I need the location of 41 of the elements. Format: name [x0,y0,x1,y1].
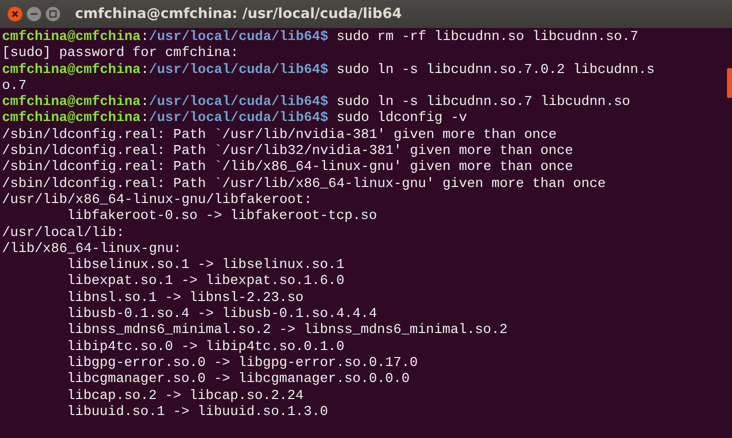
output-line: libcgmanager.so.0 -> libcgmanager.so.0.0.0 [67,372,410,388]
output-line: /lib/x86_64-linux-gnu: [2,242,182,257]
minimize-icon[interactable] [26,6,42,22]
output-line: libexpat.so.1 -> libexpat.so.1.6.0 [67,274,344,290]
maximize-icon[interactable] [45,6,61,22]
output-line: [sudo] password for cmfchina: [2,46,239,62]
command-text: sudo rm -rf libcudnn.so libcudnn.so.7 [336,30,638,45]
output-line: libuuid.so.1 -> libuuid.so.1.3.0 [67,404,328,420]
prompt-path: /usr/local/cuda/lib64$ [148,30,328,45]
scrollbar-thumb[interactable] [727,68,732,98]
prompt-path: /usr/local/cuda/lib64$ [148,111,328,126]
output-line: o.7 [2,78,26,94]
output-line: /sbin/ldconfig.real: Path `/lib/x86_64-linux-gnu' given more than once [2,160,574,176]
output-line: /usr/lib/x86_64-linux-gnu/libfakeroot: [2,192,312,208]
output-line: /sbin/ldconfig.real: Path `/usr/lib/x86_64-linux-gnu' given more than once [2,176,606,192]
prompt-user: cmfchina@cmfchina [2,62,141,78]
command-text: sudo ln -s libcudnn.so.7 libcudnn.so [336,95,630,110]
window-title: cmfchina@cmfchina: /usr/local/cuda/lib64 [75,6,402,22]
prompt-user: cmfchina@cmfchina [2,95,141,110]
output-line: libnsl.so.1 -> libnsl-2.23.so [67,290,304,306]
output-line: libusb-0.1.so.4 -> libusb-0.1.so.4.4.4 [67,307,377,322]
prompt-path: /usr/local/cuda/lib64$ [148,62,328,78]
prompt-colon: : [140,95,149,110]
output-line: /usr/local/lib: [2,226,124,241]
output-line: libnss_mdns6_minimal.so.2 -> libnss_mdns6_minimal.so.2 [67,323,508,338]
command-text: sudo ln -s libcudnn.so.7.0.2 libcudnn.s [336,62,655,78]
command-text: sudo ldconfig -v [336,111,468,126]
prompt-path: /usr/local/cuda/lib64$ [148,95,328,110]
close-icon[interactable] [7,6,23,22]
output-line: /sbin/ldconfig.real: Path `/usr/lib32/nvidia-381' given more than once [2,144,574,160]
output-line: libselinux.so.1 -> libselinux.so.1 [67,258,344,274]
output-line: libgpg-error.so.0 -> libgpg-error.so.0.17.0 [67,356,418,371]
output-line: libcap.so.2 -> libcap.so.2.24 [67,388,304,404]
prompt-colon: : [140,111,149,126]
output-line: libip4tc.so.0 -> libip4tc.so.0.1.0 [67,340,344,355]
output-line: /sbin/ldconfig.real: Path `/usr/lib/nvidia-381' given more than once [2,128,557,143]
prompt-colon: : [140,30,149,45]
prompt-colon: : [140,62,149,78]
prompt-user: cmfchina@cmfchina [2,30,141,45]
output-line: libfakeroot-0.so -> libfakeroot-tcp.so [67,209,377,224]
prompt-user: cmfchina@cmfchina [2,111,141,126]
